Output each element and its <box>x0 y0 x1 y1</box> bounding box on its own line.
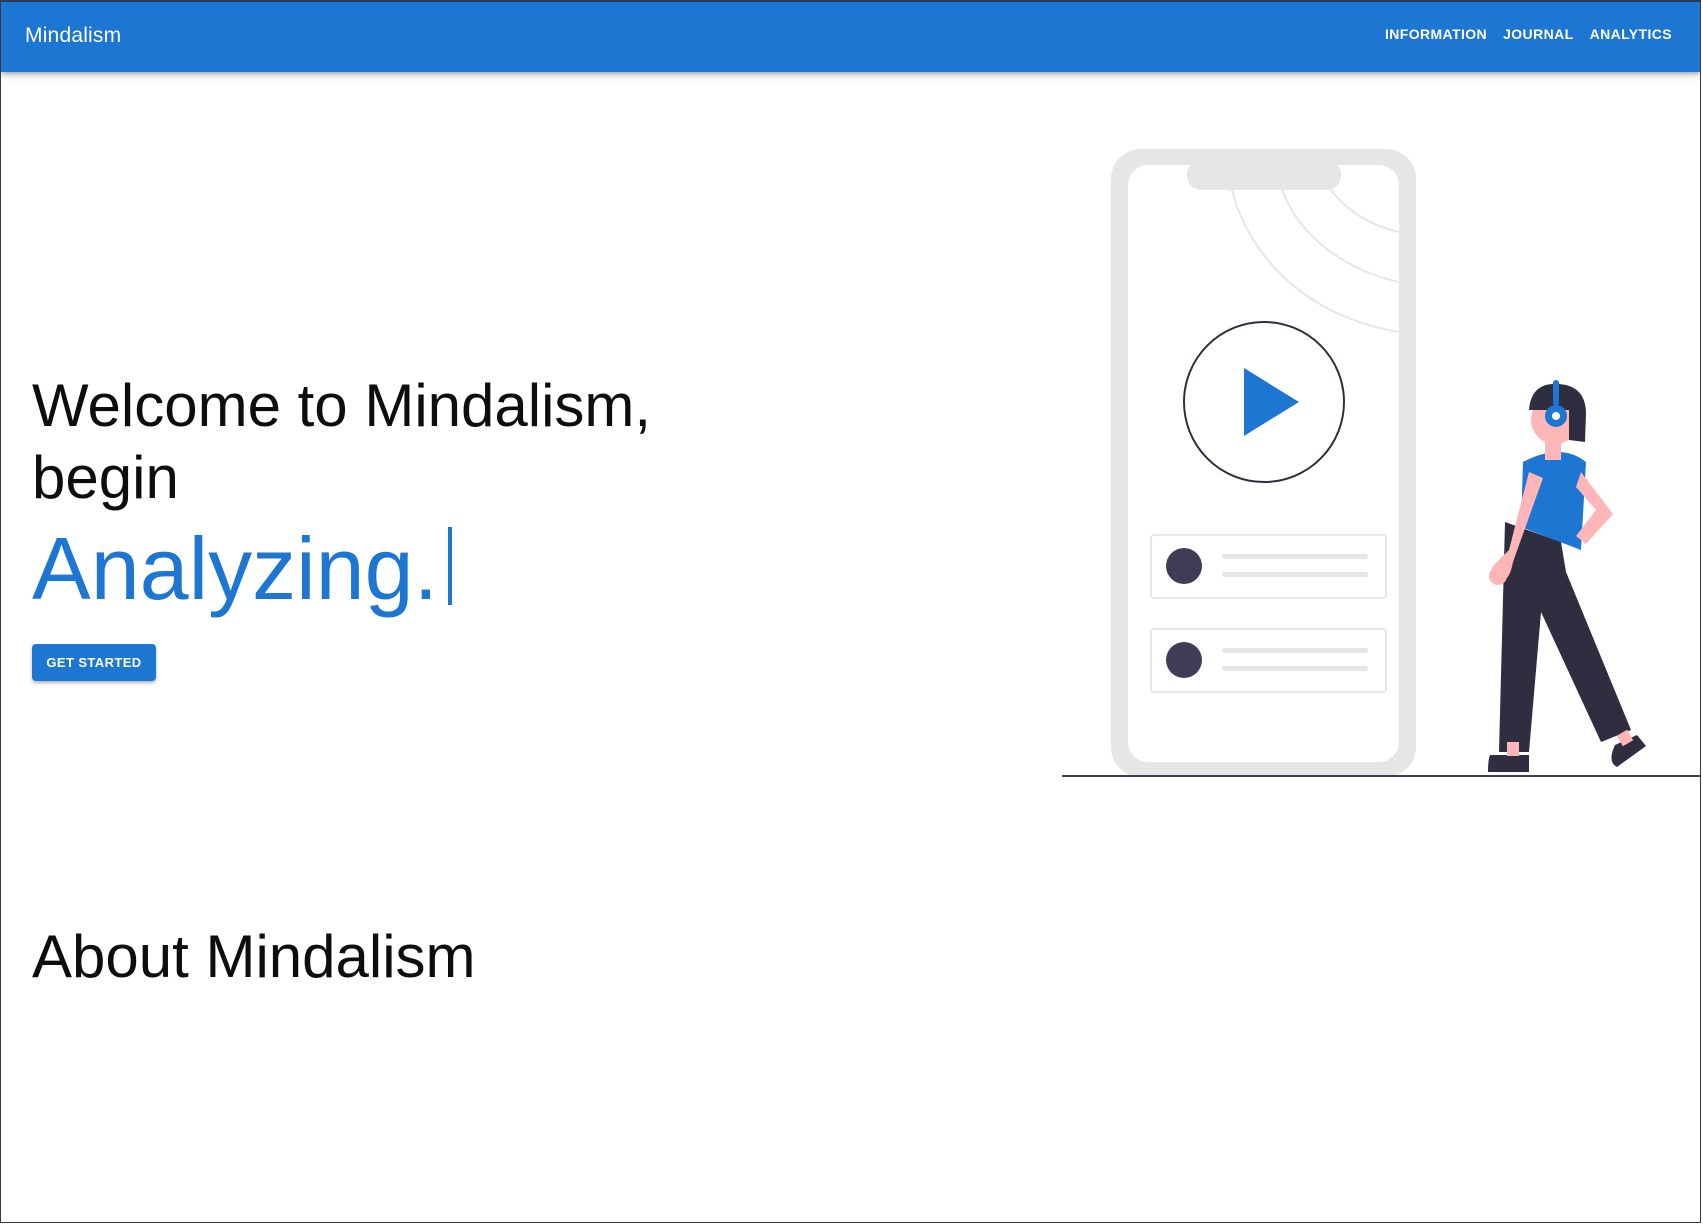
hero-illustration <box>1062 149 1700 777</box>
nav-information[interactable]: INFORMATION <box>1385 26 1487 42</box>
phone-illustration <box>1111 149 1416 777</box>
person-illustration <box>1488 380 1646 772</box>
app-bar: Mindalism INFORMATION JOURNAL ANALYTICS <box>1 2 1700 72</box>
about-title: About Mindalism <box>32 923 476 990</box>
top-nav: INFORMATION JOURNAL ANALYTICS <box>1385 26 1672 42</box>
list-card-2 <box>1150 628 1387 693</box>
get-started-button[interactable]: GET STARTED <box>32 644 156 681</box>
hero-title: Welcome to Mindalism, begin <box>32 372 652 511</box>
brand-logo[interactable]: Mindalism <box>25 24 121 48</box>
typed-word: Analyzing. <box>32 519 439 618</box>
play-icon <box>1183 321 1345 483</box>
browser-viewport: Mindalism INFORMATION JOURNAL ANALYTICS … <box>0 0 1701 1223</box>
typing-caret <box>448 527 453 605</box>
typed-text: Analyzing. <box>32 514 453 624</box>
nav-analytics[interactable]: ANALYTICS <box>1590 26 1672 42</box>
nav-journal[interactable]: JOURNAL <box>1503 26 1573 42</box>
list-card-1 <box>1150 534 1387 599</box>
